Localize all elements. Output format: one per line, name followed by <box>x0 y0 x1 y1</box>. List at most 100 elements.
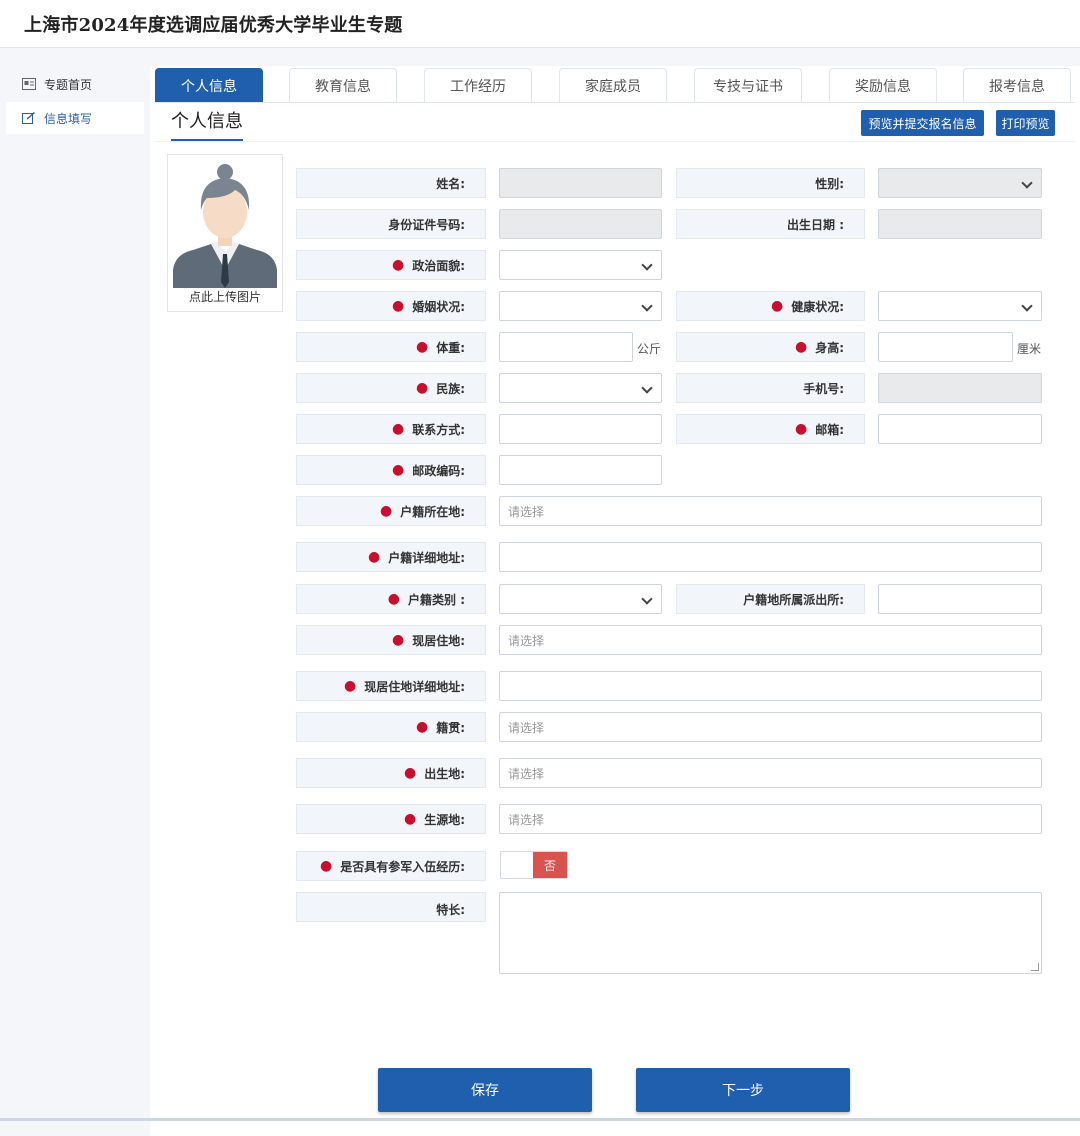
sidebar: 专题首页 信息填写 <box>0 66 150 1136</box>
birth-place-label: ● 出生地: <box>296 758 486 788</box>
height-unit: 厘米 <box>1017 342 1042 356</box>
required-marker: ● <box>391 632 405 648</box>
military-service-label: ● 是否具有参军入伍经历: <box>296 851 486 881</box>
mobile-label: 手机号: <box>676 373 865 403</box>
section-divider <box>155 141 1075 142</box>
top-bar: 上海市2024年度选调应届优秀大学毕业生专题 <box>0 0 1080 48</box>
save-button[interactable]: 保存 <box>378 1068 592 1112</box>
toggle-state: 否 <box>533 852 567 878</box>
required-marker: ● <box>367 549 381 565</box>
residence-address-label: ● 现居住地详细地址: <box>296 671 486 701</box>
required-marker: ● <box>403 811 417 827</box>
mobile-field[interactable] <box>878 373 1042 403</box>
specialty-textarea[interactable] <box>499 892 1042 974</box>
ethnicity-label: ● 民族: <box>296 373 486 403</box>
name-label: 姓名: <box>296 168 486 198</box>
avatar-placeholder-icon <box>171 158 279 288</box>
contact-label: ● 联系方式: <box>296 414 486 444</box>
health-status-select[interactable] <box>878 291 1042 321</box>
required-marker: ● <box>415 380 429 396</box>
required-marker: ● <box>403 765 417 781</box>
photo-upload-caption: 点此上传图片 <box>188 290 261 304</box>
marital-status-select[interactable] <box>499 291 662 321</box>
hukou-location-label: ● 户籍所在地: <box>296 496 486 526</box>
native-place-label: ● 籍贯: <box>296 712 486 742</box>
main-panel: 个人信息 教育信息 工作经历 家庭成员 专技与证书 奖励信息 报考信息 个人信息… <box>155 66 1075 1126</box>
student-origin-label: ● 生源地: <box>296 804 486 834</box>
id-number-label: 身份证件号码: <box>296 209 486 239</box>
sidebar-item-home[interactable]: 专题首页 <box>6 68 144 100</box>
student-origin-picker[interactable]: 请选择 <box>499 804 1042 834</box>
edit-icon <box>22 112 35 124</box>
hukou-type-label: ● 户籍类别 : <box>296 584 486 614</box>
name-field[interactable] <box>499 168 662 198</box>
hukou-police-station-input[interactable] <box>878 584 1042 614</box>
required-marker: ● <box>391 462 405 478</box>
email-input[interactable] <box>878 414 1042 444</box>
tab-work-experience[interactable]: 工作经历 <box>424 68 532 102</box>
email-label: ● 邮箱: <box>676 414 865 444</box>
postal-code-label: ● 邮政编码: <box>296 455 486 485</box>
sidebar-item-label: 信息填写 <box>44 111 93 126</box>
military-service-toggle[interactable]: 否 <box>500 851 568 879</box>
weight-label: ● 体重: <box>296 332 486 362</box>
tab-education-info[interactable]: 教育信息 <box>289 68 397 102</box>
postal-code-input[interactable] <box>499 455 662 485</box>
required-marker: ● <box>794 339 808 355</box>
sidebar-item-fill-info[interactable]: 信息填写 <box>6 102 144 134</box>
residence-picker[interactable]: 请选择 <box>499 625 1042 655</box>
next-step-button[interactable]: 下一步 <box>636 1068 850 1112</box>
political-status-select[interactable] <box>499 250 662 280</box>
required-marker: ● <box>343 678 357 694</box>
marital-status-label: ● 婚姻状况: <box>296 291 486 321</box>
tab-family-members[interactable]: 家庭成员 <box>559 68 667 102</box>
id-number-field[interactable] <box>499 209 662 239</box>
gender-select[interactable] <box>878 168 1042 198</box>
sidebar-item-label: 专题首页 <box>44 77 93 92</box>
header-divider <box>0 48 1080 66</box>
birth-date-field[interactable] <box>878 209 1042 239</box>
political-status-label: ● 政治面貌: <box>296 250 486 280</box>
tab-application-info[interactable]: 报考信息 <box>963 68 1071 102</box>
section-title: 个人信息 <box>171 107 243 141</box>
birth-date-label: 出生日期 : <box>676 209 865 239</box>
tabs-divider <box>155 102 1075 103</box>
required-marker: ● <box>391 421 405 437</box>
required-marker: ● <box>391 298 405 314</box>
height-input[interactable] <box>878 332 1013 362</box>
birth-place-picker[interactable]: 请选择 <box>499 758 1042 788</box>
gender-label: 性别: <box>676 168 865 198</box>
hukou-police-station-label: 户籍地所属派出所: <box>676 584 865 614</box>
site-title: 上海市2024年度选调应届优秀大学毕业生专题 <box>24 15 403 36</box>
contact-input[interactable] <box>499 414 662 444</box>
required-marker: ● <box>415 719 429 735</box>
tab-personal-info[interactable]: 个人信息 <box>155 68 263 102</box>
native-place-picker[interactable]: 请选择 <box>499 712 1042 742</box>
required-marker: ● <box>770 298 784 314</box>
hukou-location-picker[interactable]: 请选择 <box>499 496 1042 526</box>
height-label: ● 身高: <box>676 332 865 362</box>
ethnicity-select[interactable] <box>499 373 662 403</box>
photo-upload[interactable]: 点此上传图片 <box>167 154 283 312</box>
residence-address-input[interactable] <box>499 671 1042 701</box>
hukou-address-label: ● 户籍详细地址: <box>296 542 486 572</box>
hukou-type-select[interactable] <box>499 584 662 614</box>
hukou-address-input[interactable] <box>499 542 1042 572</box>
weight-unit: 公斤 <box>637 342 662 356</box>
required-marker: ● <box>387 591 401 607</box>
required-marker: ● <box>379 503 393 519</box>
tab-bar: 个人信息 教育信息 工作经历 家庭成员 专技与证书 奖励信息 报考信息 <box>155 68 1075 102</box>
required-marker: ● <box>319 858 333 874</box>
weight-input[interactable] <box>499 332 633 362</box>
preview-submit-button[interactable]: 预览并提交报名信息 <box>861 110 984 136</box>
tab-awards-info[interactable]: 奖励信息 <box>829 68 937 102</box>
required-marker: ● <box>794 421 808 437</box>
home-card-icon <box>22 78 36 90</box>
health-status-label: ● 健康状况: <box>676 291 865 321</box>
print-preview-button[interactable]: 打印预览 <box>996 110 1055 136</box>
residence-label: ● 现居住地: <box>296 625 486 655</box>
page-bottom-border <box>0 1118 1080 1121</box>
required-marker: ● <box>391 257 405 273</box>
required-marker: ● <box>415 339 429 355</box>
tab-skills-certificates[interactable]: 专技与证书 <box>694 68 802 102</box>
